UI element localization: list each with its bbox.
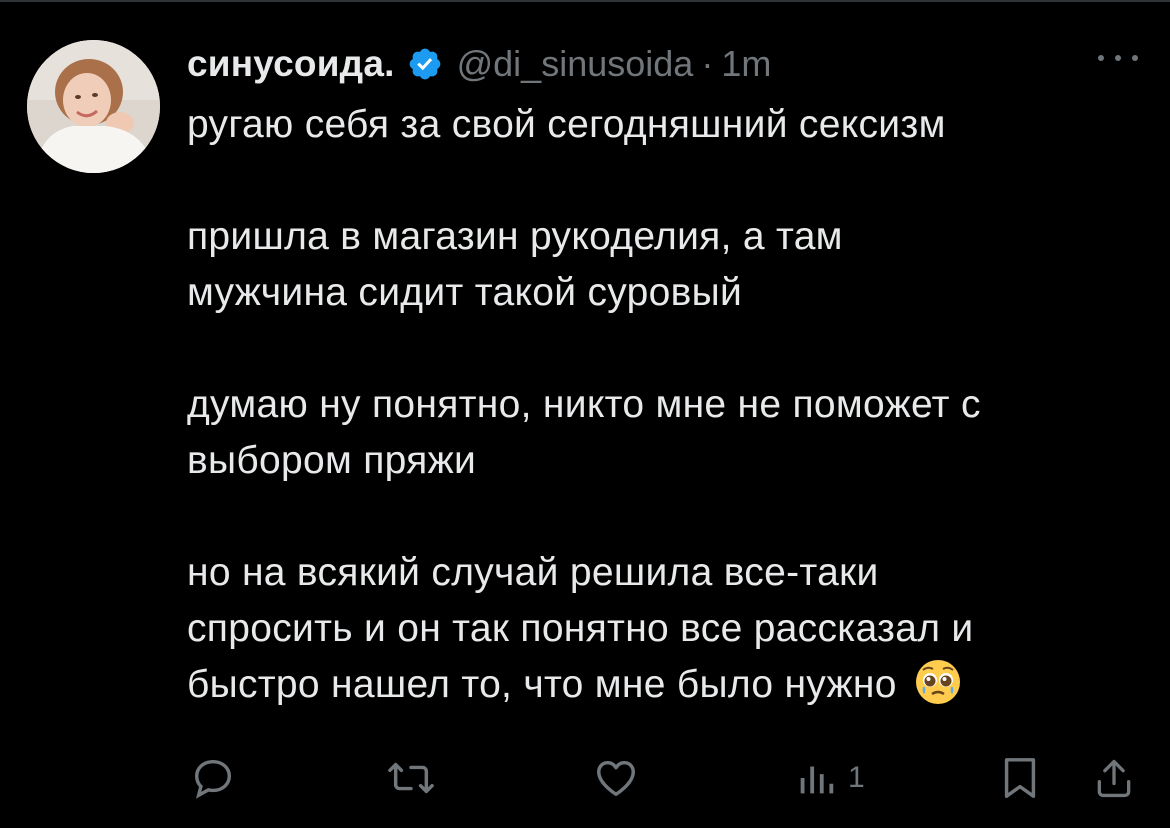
- paragraph: пришла в магазин рукоделия, а там мужчин…: [187, 209, 1147, 321]
- avatar[interactable]: [27, 40, 160, 173]
- display-name[interactable]: синусоида.: [187, 43, 395, 85]
- paragraph: думаю ну понятно, никто мне не поможет с…: [187, 377, 1147, 489]
- separator-dot: ·: [701, 43, 714, 84]
- like-button[interactable]: [592, 754, 640, 802]
- tweet-actions: 1: [0, 744, 1170, 814]
- timestamp[interactable]: 1m: [721, 43, 771, 85]
- retweet-button[interactable]: [386, 754, 436, 802]
- verified-badge-icon: [407, 46, 443, 82]
- reply-icon: [190, 755, 236, 801]
- tweet-header: синусоида. @di_sinusoida · 1m: [187, 36, 771, 92]
- views-button[interactable]: 1: [796, 754, 865, 802]
- tweet-text: ругаю себя за свой сегодняшний сексизм п…: [187, 97, 1147, 713]
- text-line: но на всякий случай решила все-таки: [187, 551, 879, 594]
- bookmark-button[interactable]: [1000, 754, 1040, 802]
- more-options-icon[interactable]: [1098, 48, 1138, 68]
- pleading-face-emoji-icon: [914, 658, 962, 706]
- text-line: ругаю себя за свой сегодняшний сексизм: [187, 103, 946, 146]
- share-icon: [1092, 755, 1136, 801]
- bookmark-icon: [1000, 755, 1040, 801]
- share-button[interactable]: [1092, 754, 1136, 802]
- views-icon: [796, 755, 836, 801]
- text-line: быстро нашел то, что мне было нужно: [187, 663, 897, 706]
- text-line: спросить и он так понятно все рассказал …: [187, 607, 974, 650]
- like-icon: [592, 755, 640, 801]
- text-line: пришла в магазин рукоделия, а там: [187, 215, 843, 258]
- paragraph: ругаю себя за свой сегодняшний сексизм: [187, 97, 1147, 153]
- views-count: 1: [848, 761, 865, 794]
- text-line: мужчина сидит такой суровый: [187, 271, 743, 314]
- tweet[interactable]: синусоида. @di_sinusoida · 1m ругаю себя…: [0, 0, 1170, 828]
- text-line: выбором пряжи: [187, 439, 477, 482]
- paragraph: но на всякий случай решила все-таки спро…: [187, 545, 1147, 713]
- user-handle[interactable]: @di_sinusoida: [457, 43, 694, 85]
- retweet-icon: [386, 755, 436, 801]
- reply-button[interactable]: [190, 754, 236, 802]
- text-line: думаю ну понятно, никто мне не поможет с: [187, 383, 981, 426]
